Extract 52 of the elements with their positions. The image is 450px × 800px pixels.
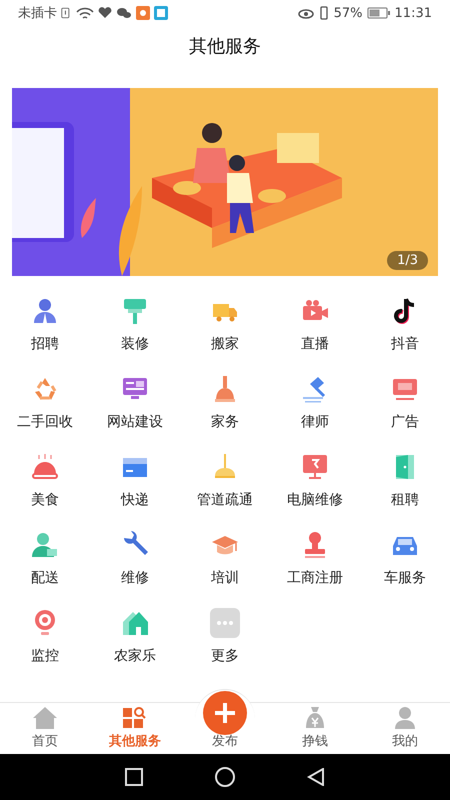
service-label[interactable]: 搬家	[211, 335, 239, 353]
grid-search-icon	[122, 706, 148, 730]
service-label[interactable]: 电脑维修	[287, 491, 343, 509]
page-title: 其他服务	[189, 35, 261, 59]
service-label[interactable]: 工商注册	[287, 569, 343, 587]
food-cover-icon	[30, 452, 60, 482]
nav-label[interactable]: 首页	[32, 732, 58, 750]
computer-repair-icon	[300, 452, 330, 482]
home-icon	[32, 706, 58, 730]
service-label[interactable]: 装修	[121, 335, 149, 353]
vibrate-icon	[318, 6, 330, 20]
slide-counter: 1/3	[387, 251, 428, 270]
nav-label[interactable]: 挣钱	[302, 732, 328, 750]
service-label[interactable]: 美食	[31, 491, 59, 509]
nav-label[interactable]: 发布	[212, 732, 238, 750]
service-label[interactable]: 管道疏通	[197, 491, 253, 509]
home-button-icon[interactable]	[215, 767, 235, 787]
service-label[interactable]: 维修	[121, 569, 149, 587]
battery-percent: 57%	[334, 6, 363, 20]
heart-icon	[98, 6, 112, 20]
service-label[interactable]: 抖音	[391, 335, 419, 353]
plus-icon	[213, 701, 237, 725]
service-label[interactable]: 培训	[211, 569, 239, 587]
courier-icon	[30, 530, 60, 560]
nav-label[interactable]: 我的	[392, 732, 418, 750]
service-label[interactable]: 租聘	[391, 491, 419, 509]
sim-alert-icon	[61, 6, 72, 20]
service-label[interactable]: 招聘	[31, 335, 59, 353]
service-label[interactable]: 更多	[211, 647, 239, 665]
service-label[interactable]: 律师	[301, 413, 329, 431]
service-label[interactable]: 快递	[121, 491, 149, 509]
carrier-text: 未插卡	[18, 5, 57, 22]
app-icon	[136, 6, 150, 20]
back-icon[interactable]	[307, 768, 325, 786]
wifi-icon	[76, 6, 94, 20]
clock-text: 11:31	[394, 6, 432, 20]
service-label[interactable]: 直播	[301, 335, 329, 353]
service-label[interactable]: 二手回收	[17, 413, 73, 431]
battery-icon	[366, 6, 391, 20]
service-label[interactable]: 农家乐	[114, 647, 156, 665]
service-label[interactable]: 监控	[31, 647, 59, 665]
service-label[interactable]: 网站建设	[107, 413, 163, 431]
chat-icon	[116, 6, 132, 20]
app-icon	[154, 6, 168, 20]
service-label[interactable]: 广告	[391, 413, 419, 431]
user-icon	[392, 706, 418, 730]
recents-icon[interactable]	[125, 768, 143, 786]
publish-button[interactable]	[203, 691, 247, 735]
service-label[interactable]: 车服务	[384, 569, 426, 587]
more-icon	[210, 608, 240, 638]
service-label[interactable]: 配送	[31, 569, 59, 587]
service-label[interactable]: 家务	[211, 413, 239, 431]
